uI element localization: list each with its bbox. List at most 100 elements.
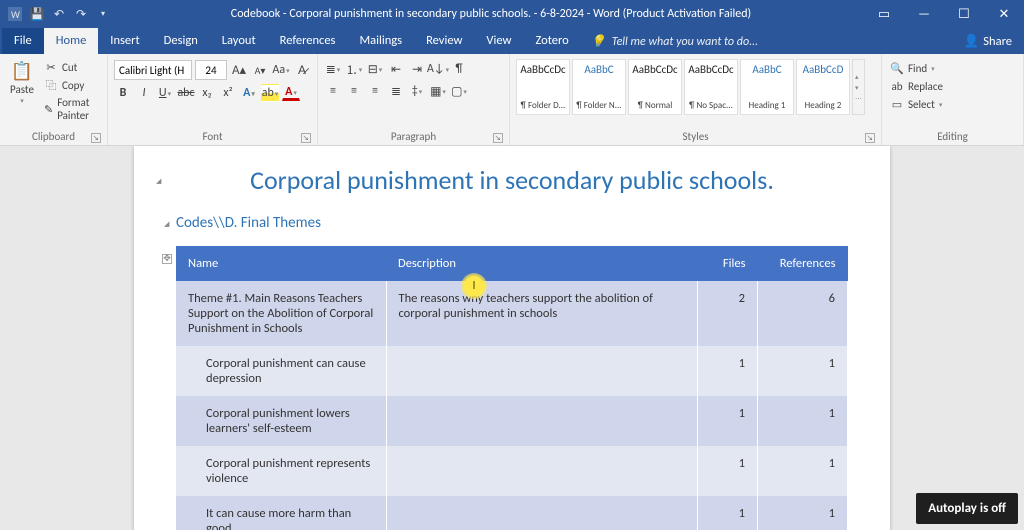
table-row[interactable]: Corporal punishment represents violence1…: [176, 446, 848, 496]
close-button[interactable]: ✕: [984, 0, 1024, 28]
style-item[interactable]: AaBbCcDHeading 2: [796, 59, 850, 115]
font-name-input[interactable]: [114, 60, 192, 80]
borders-icon[interactable]: ▢: [450, 82, 468, 100]
paste-button[interactable]: 📋 Paste ▾: [6, 57, 38, 107]
multilevel-icon[interactable]: ⊟: [366, 60, 384, 78]
tab-design[interactable]: Design: [152, 28, 210, 54]
cursor-highlight: I: [461, 273, 487, 299]
table-row[interactable]: It can cause more harm than good11: [176, 496, 848, 530]
ribbon-tabs: File Home Insert Design Layout Reference…: [0, 28, 1024, 54]
style-item[interactable]: AaBbCcDc¶ Normal: [628, 59, 682, 115]
qat-more-icon[interactable]: ▾: [96, 7, 110, 21]
show-marks-icon[interactable]: ¶: [450, 60, 468, 78]
titlebar: W 💾 ↶ ↷ ▾ Codebook - Corporal punishment…: [0, 0, 1024, 28]
save-icon[interactable]: 💾: [30, 7, 44, 21]
tab-references[interactable]: References: [268, 28, 348, 54]
font-size-input[interactable]: [195, 60, 227, 80]
table-row[interactable]: Corporal punishment can cause depression…: [176, 346, 848, 396]
select-button[interactable]: ▭Select ▾: [888, 96, 944, 112]
window-controls: ▭ — ☐ ✕: [864, 0, 1024, 28]
justify-icon[interactable]: ≣: [387, 82, 405, 100]
tell-me-search[interactable]: 💡Tell me what you want to do...: [581, 29, 768, 54]
tab-zotero[interactable]: Zotero: [523, 28, 580, 54]
lightbulb-icon: 💡: [591, 34, 606, 49]
autoplay-toast[interactable]: Autoplay is off: [916, 493, 1018, 524]
change-case-icon[interactable]: Aa: [272, 61, 290, 79]
decrease-indent-icon[interactable]: ⇤: [387, 60, 405, 78]
group-styles: AaBbCcDc¶ Folder D...AaBbC¶ Folder N...A…: [510, 54, 882, 145]
highlight-icon[interactable]: ab: [261, 84, 279, 102]
copy-icon: ⿻: [44, 78, 58, 92]
col-files: Files: [698, 246, 758, 281]
subscript-icon[interactable]: x₂: [198, 84, 216, 102]
font-dialog-launcher[interactable]: ↘: [301, 133, 311, 143]
find-button[interactable]: 🔍Find ▾: [888, 60, 937, 76]
page: Corporal punishment in secondary public …: [134, 146, 890, 530]
align-left-icon[interactable]: ≡: [324, 82, 342, 100]
doc-title: Corporal punishment in secondary public …: [176, 164, 848, 196]
paste-icon: 📋: [10, 59, 34, 83]
copy-button[interactable]: ⿻Copy: [42, 77, 101, 93]
share-button[interactable]: 👤Share: [954, 29, 1022, 54]
minimize-button[interactable]: —: [904, 0, 944, 28]
share-icon: 👤: [964, 34, 980, 49]
quick-access-toolbar: W 💾 ↶ ↷ ▾: [0, 7, 118, 21]
increase-indent-icon[interactable]: ⇥: [408, 60, 426, 78]
cut-button[interactable]: ✂Cut: [42, 59, 101, 75]
cut-icon: ✂: [44, 60, 58, 74]
group-paragraph: ≣ ⒈ ⊟ ⇤ ⇥ A↓ ¶ ≡ ≡ ≡ ≣ ‡ ▦ ▢ Paragraph↘: [318, 54, 510, 145]
font-color-icon[interactable]: A: [282, 86, 300, 101]
paragraph-dialog-launcher[interactable]: ↘: [493, 133, 503, 143]
shading-icon[interactable]: ▦: [429, 82, 447, 100]
clear-format-icon[interactable]: A̷: [293, 61, 311, 79]
style-item[interactable]: AaBbCHeading 1: [740, 59, 794, 115]
maximize-button[interactable]: ☐: [944, 0, 984, 28]
find-icon: 🔍: [890, 61, 904, 75]
undo-icon[interactable]: ↶: [52, 7, 66, 21]
table-row[interactable]: Theme #1. Main Reasons Teachers Support …: [176, 281, 848, 346]
ribbon-options-icon[interactable]: ▭: [864, 0, 904, 28]
numbering-icon[interactable]: ⒈: [345, 60, 363, 78]
italic-icon[interactable]: I: [135, 84, 153, 102]
tab-view[interactable]: View: [474, 28, 523, 54]
text-effects-icon[interactable]: A: [240, 84, 258, 102]
document-area[interactable]: Corporal punishment in secondary public …: [0, 146, 1024, 530]
styles-dialog-launcher[interactable]: ↘: [865, 133, 875, 143]
group-editing: 🔍Find ▾ abReplace ▭Select ▾ Editing: [882, 54, 1024, 145]
replace-button[interactable]: abReplace: [888, 78, 945, 94]
format-painter-button[interactable]: ✎Format Painter: [42, 95, 101, 123]
tab-home[interactable]: Home: [44, 28, 99, 54]
align-right-icon[interactable]: ≡: [366, 82, 384, 100]
table-move-handle[interactable]: ✥: [162, 254, 172, 264]
tab-review[interactable]: Review: [414, 28, 474, 54]
bullets-icon[interactable]: ≣: [324, 60, 342, 78]
styles-more-button[interactable]: ▴▾⋯: [852, 59, 865, 115]
strike-icon[interactable]: abc: [177, 84, 195, 102]
style-item[interactable]: AaBbC¶ Folder N...: [572, 59, 626, 115]
line-spacing-icon[interactable]: ‡: [408, 82, 426, 100]
redo-icon[interactable]: ↷: [74, 7, 88, 21]
superscript-icon[interactable]: x²: [219, 84, 237, 102]
ribbon: 📋 Paste ▾ ✂Cut ⿻Copy ✎Format Painter Cli…: [0, 54, 1024, 146]
shrink-font-icon[interactable]: A▾: [251, 61, 269, 79]
table-row[interactable]: Corporal punishment lowers learners' sel…: [176, 396, 848, 446]
bold-icon[interactable]: B: [114, 84, 132, 102]
underline-icon[interactable]: U: [156, 84, 174, 102]
replace-icon: ab: [890, 79, 904, 93]
tab-mailings[interactable]: Mailings: [347, 28, 414, 54]
clipboard-dialog-launcher[interactable]: ↘: [91, 133, 101, 143]
group-clipboard: 📋 Paste ▾ ✂Cut ⿻Copy ✎Format Painter Cli…: [0, 54, 108, 145]
tab-file[interactable]: File: [2, 28, 44, 54]
svg-text:W: W: [11, 8, 20, 21]
grow-font-icon[interactable]: A▴: [230, 61, 248, 79]
sort-icon[interactable]: A↓: [429, 60, 447, 78]
style-item[interactable]: AaBbCcDc¶ Folder D...: [516, 59, 570, 115]
window-title: Codebook - Corporal punishment in second…: [118, 7, 864, 21]
word-app-icon: W: [8, 7, 22, 21]
align-center-icon[interactable]: ≡: [345, 82, 363, 100]
tab-insert[interactable]: Insert: [98, 28, 151, 54]
group-font: A▴ A▾ Aa A̷ B I U abc x₂ x² A ab A Font↘: [108, 54, 318, 145]
select-icon: ▭: [890, 97, 904, 111]
style-item[interactable]: AaBbCcDc¶ No Spac...: [684, 59, 738, 115]
tab-layout[interactable]: Layout: [210, 28, 268, 54]
